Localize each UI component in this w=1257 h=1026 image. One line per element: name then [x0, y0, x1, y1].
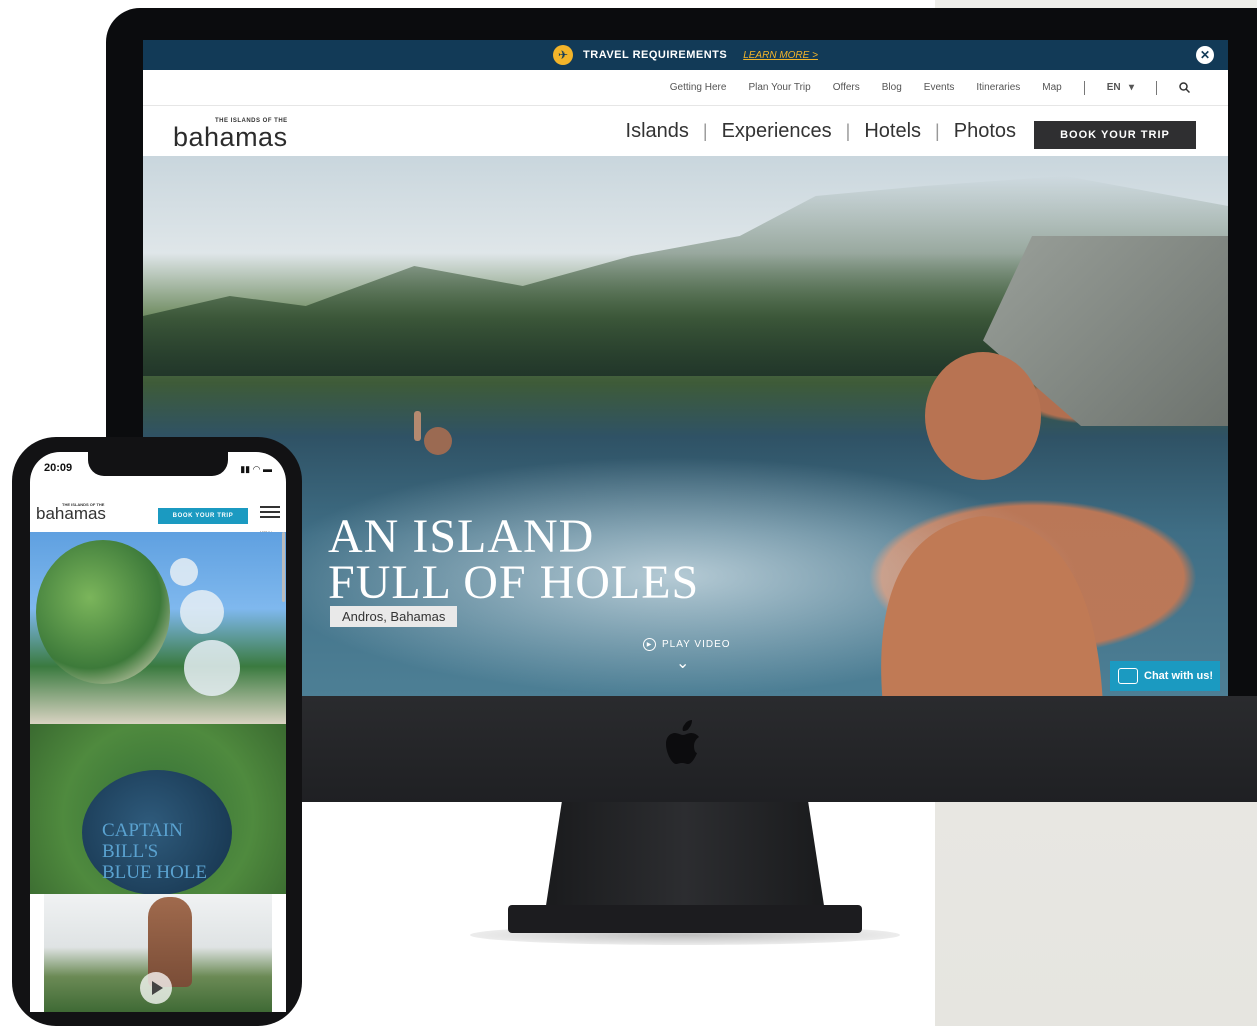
- utility-link-itineraries[interactable]: Itineraries: [976, 82, 1020, 93]
- signal-wifi-battery-icon: ▮▮ ◠ ▬: [240, 464, 272, 474]
- monitor-stand-foot: [508, 905, 862, 933]
- logo-wordmark: bahamas: [173, 122, 288, 152]
- decorative-bubble: [170, 558, 198, 586]
- hero-location-tag: Andros, Bahamas: [330, 606, 458, 627]
- close-icon[interactable]: ✕: [1196, 46, 1214, 64]
- play-icon[interactable]: [140, 972, 172, 1004]
- main-nav: THE ISLANDS OF THE bahamas Islands | Exp…: [143, 106, 1228, 156]
- utility-link-offers[interactable]: Offers: [833, 82, 860, 93]
- menu-line: [260, 516, 280, 518]
- utility-nav: Getting Here Plan Your Trip Offers Blog …: [143, 70, 1228, 106]
- nav-photos[interactable]: Photos: [954, 120, 1016, 143]
- nav-separator: |: [702, 121, 708, 141]
- mobile-scrollbar[interactable]: [282, 532, 285, 602]
- swimmer-figure-small: [414, 411, 452, 455]
- nav-experiences[interactable]: Experiences: [722, 120, 832, 143]
- hero-video-banner[interactable]: AN ISLAND FULL OF HOLES Andros, Bahamas …: [143, 156, 1228, 696]
- mobile-bahamas-logo[interactable]: THE ISLANDS OF THE bahamas: [36, 502, 106, 524]
- menu-line: [260, 506, 280, 508]
- utility-link-getting-here[interactable]: Getting Here: [670, 82, 727, 93]
- caret-down-icon: ▾: [1128, 82, 1134, 93]
- chat-label: Chat with us!: [1144, 670, 1214, 682]
- monitor-stand-neck: [545, 802, 825, 912]
- play-icon: ▶: [643, 638, 656, 651]
- nav-hotels[interactable]: Hotels: [864, 120, 921, 143]
- play-video-button[interactable]: ▶ PLAY VIDEO: [643, 638, 731, 651]
- chat-bubble-icon: [1118, 668, 1138, 684]
- menu-line: [260, 511, 280, 513]
- mobile-book-your-trip-button[interactable]: BOOK YOUR TRIP: [158, 508, 248, 524]
- play-triangle: [152, 981, 163, 995]
- nav-islands[interactable]: Islands: [626, 120, 689, 143]
- travel-requirements-label: TRAVEL REQUIREMENTS: [583, 49, 728, 61]
- status-time: 20:09: [44, 462, 73, 474]
- nav-separator: |: [935, 121, 940, 141]
- chat-with-us-button[interactable]: Chat with us!: [1110, 661, 1220, 691]
- apple-logo-icon: [666, 720, 699, 764]
- mobile-screen: 20:09 ▮▮ ◠ ▬ THE ISLANDS OF THE bahamas …: [30, 452, 286, 1012]
- travel-alert-bar: ✈ TRAVEL REQUIREMENTS LEARN MORE > ✕: [143, 40, 1228, 70]
- utility-link-blog[interactable]: Blog: [882, 82, 902, 93]
- phone-notch: [88, 452, 228, 476]
- utility-link-events[interactable]: Events: [924, 82, 955, 93]
- blue-hole-title-line2: BILL'S: [102, 841, 159, 862]
- language-value: EN: [1106, 82, 1121, 93]
- mobile-logo-tagline: THE ISLANDS OF THE: [62, 502, 105, 507]
- language-selector[interactable]: EN ▾: [1107, 82, 1134, 93]
- blue-hole-title-line3: BLUE HOLE: [102, 862, 208, 883]
- learn-more-link[interactable]: LEARN MORE >: [743, 50, 818, 61]
- nav-separator: |: [845, 121, 851, 141]
- hero-headline-line1: AN ISLAND: [328, 510, 595, 563]
- primary-nav-links: Islands | Experiences | Hotels | Photos: [626, 120, 1016, 143]
- hero-headline-line2: FULL OF HOLES: [328, 556, 700, 609]
- decorative-bubble: [184, 640, 240, 696]
- decorative-bubble: [180, 590, 224, 634]
- divider: [1083, 80, 1085, 95]
- chevron-down-icon[interactable]: ⌄: [676, 653, 689, 673]
- utility-link-map[interactable]: Map: [1042, 82, 1061, 93]
- blue-hole-title: CAPTAIN BILL'S BLUE HOLE: [102, 820, 207, 883]
- play-video-label: PLAY VIDEO: [662, 639, 731, 650]
- book-your-trip-button[interactable]: BOOK YOUR TRIP: [1034, 121, 1196, 149]
- plane-icon: ✈: [553, 45, 574, 65]
- search-icon[interactable]: [1179, 82, 1190, 93]
- blue-hole-title-line1: CAPTAIN: [102, 820, 183, 841]
- divider: [1156, 80, 1157, 95]
- swimmer-figure: [881, 352, 1103, 696]
- hero-headline: AN ISLAND FULL OF HOLES: [328, 510, 700, 609]
- utility-link-plan-your-trip[interactable]: Plan Your Trip: [748, 82, 810, 93]
- palm-circle-crop: [36, 540, 170, 684]
- desktop-screen: ✈ TRAVEL REQUIREMENTS LEARN MORE > ✕ Get…: [143, 40, 1228, 696]
- mobile-header: THE ISLANDS OF THE bahamas BOOK YOUR TRI…: [30, 498, 286, 535]
